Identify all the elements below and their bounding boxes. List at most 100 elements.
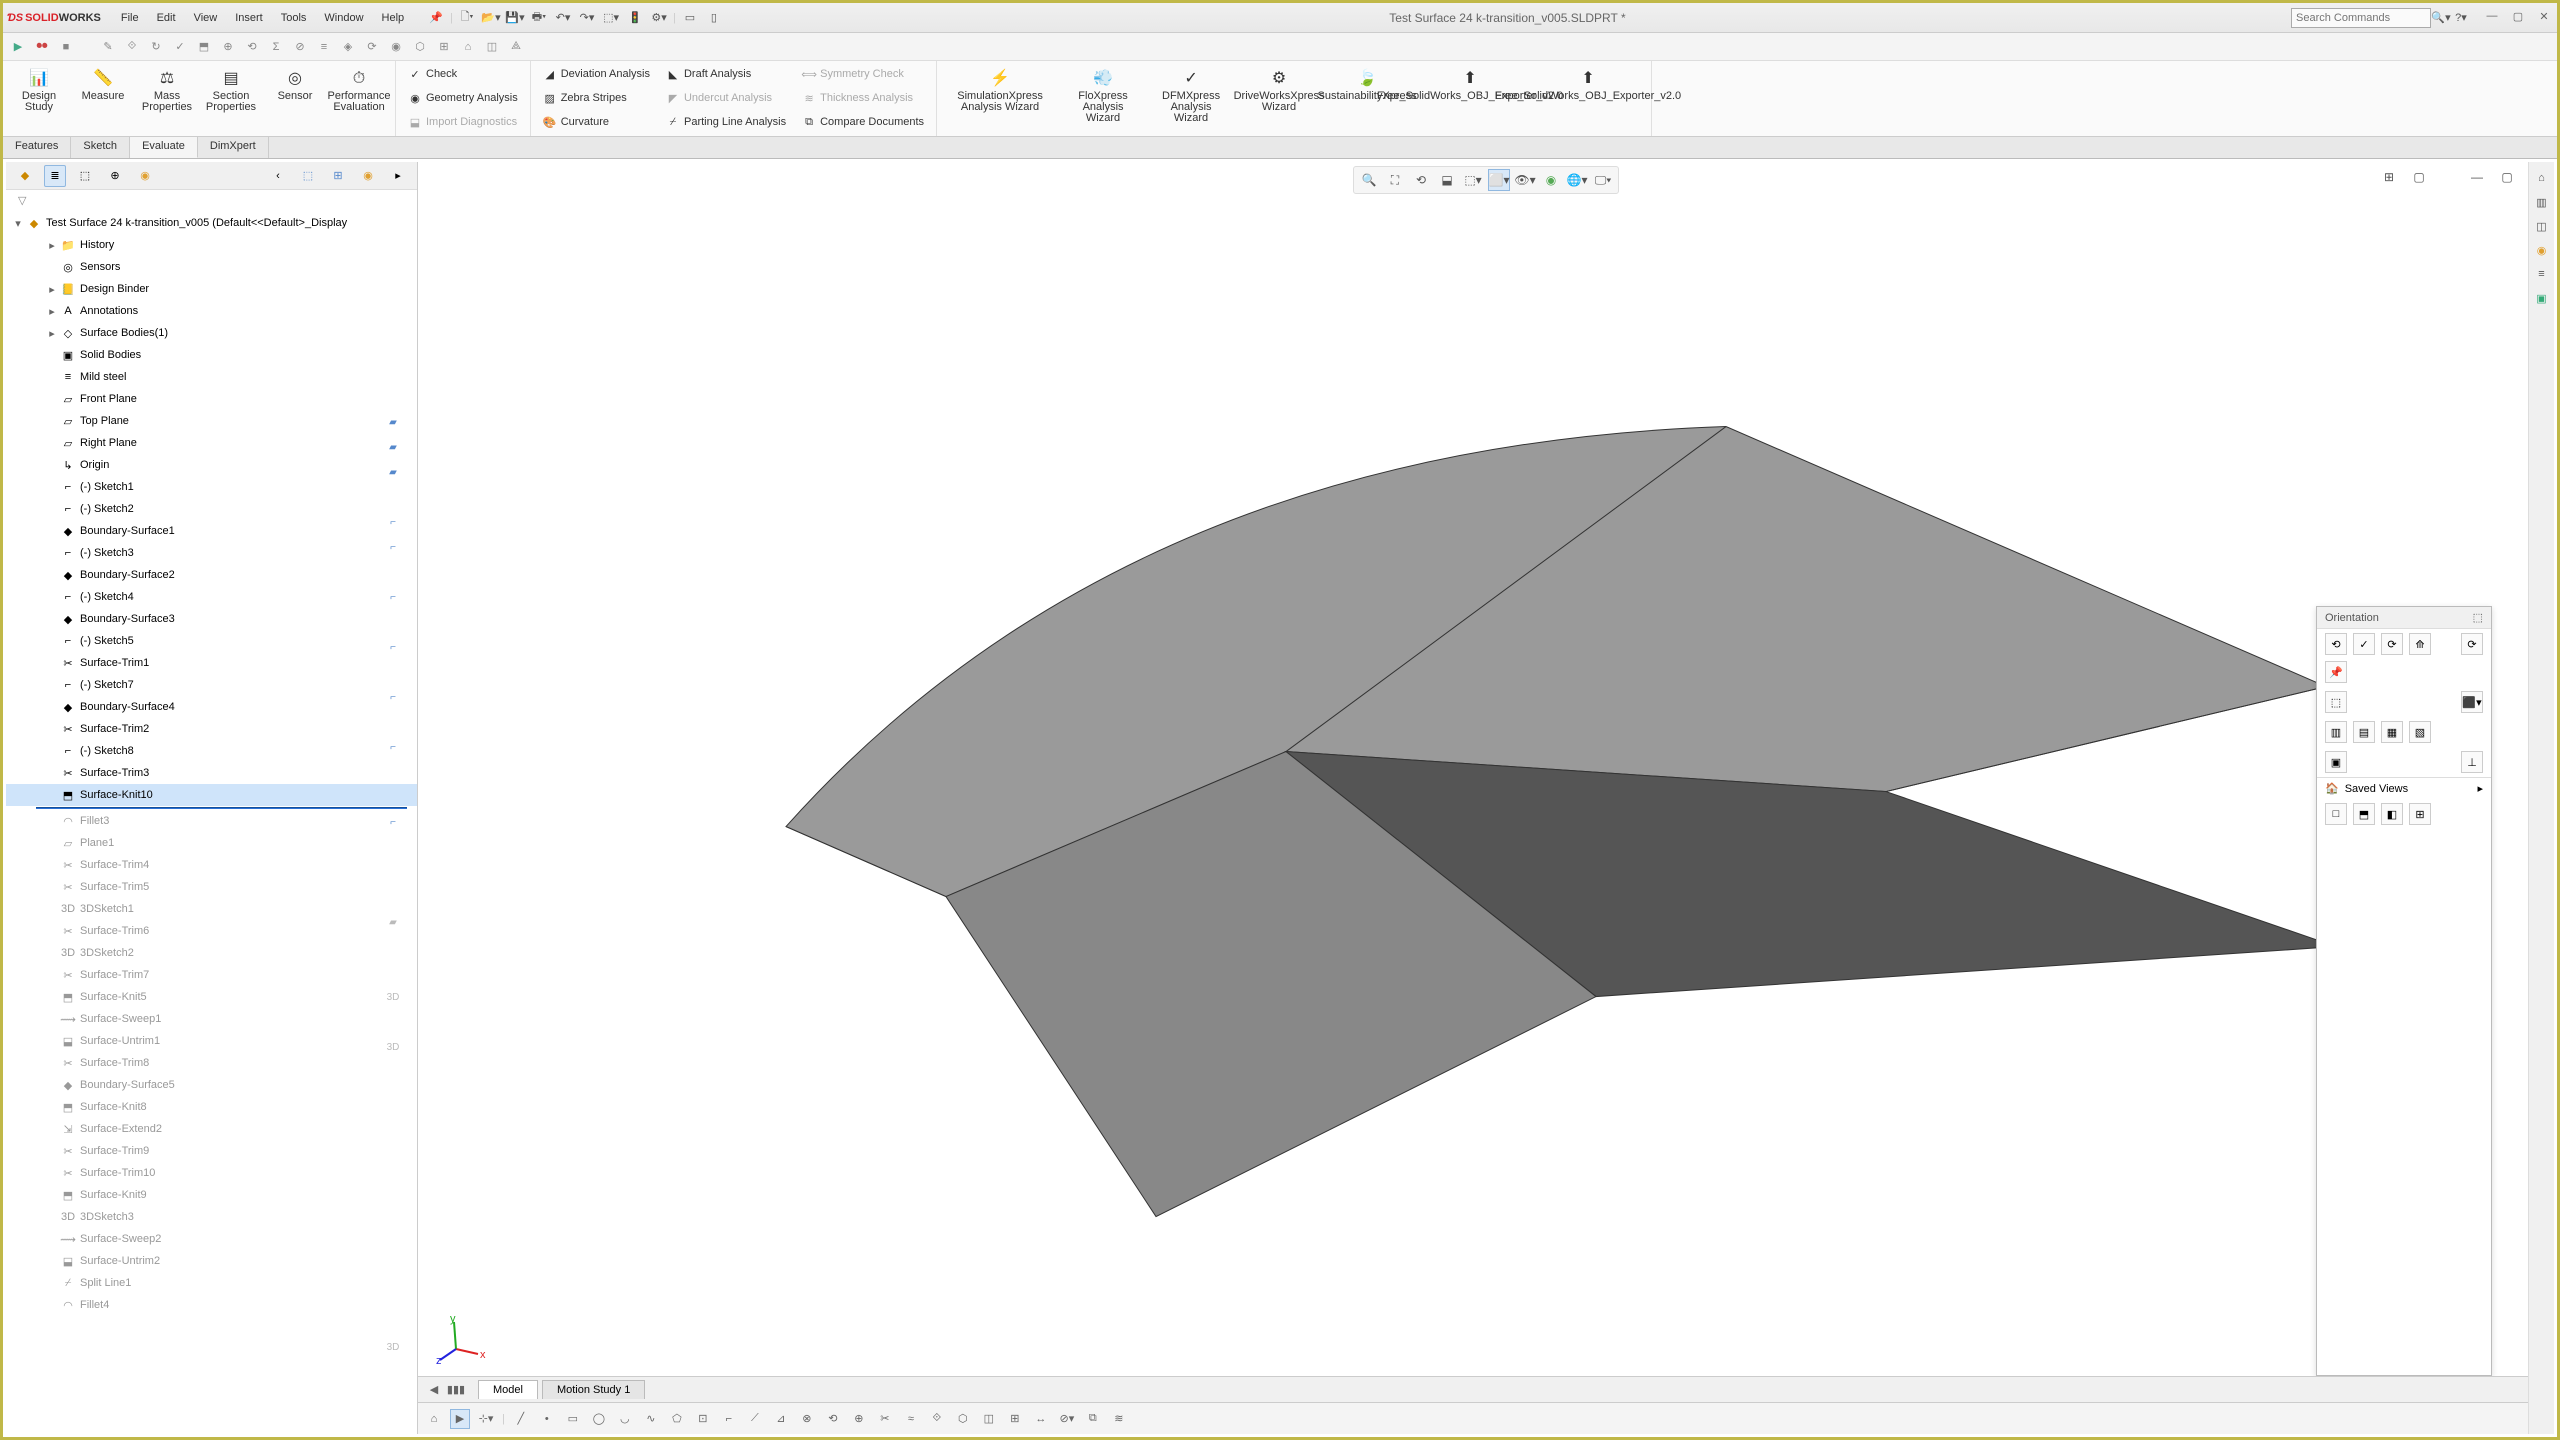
tree-item[interactable]: ✂Surface-Trim1 xyxy=(6,652,417,674)
sb-line-icon[interactable]: ╱ xyxy=(511,1409,531,1429)
tree-item[interactable]: ⌿Split Line1 xyxy=(6,1272,417,1294)
display-style-icon[interactable]: ⬜▾ xyxy=(1488,169,1510,191)
tree-item[interactable]: ✂Surface-Trim7 xyxy=(6,964,417,986)
menu-help[interactable]: Help xyxy=(374,10,413,26)
tree-item[interactable]: ⬓Surface-Untrim2 xyxy=(6,1250,417,1272)
sb-2-icon[interactable]: ▶ xyxy=(450,1409,470,1429)
tab-sketch[interactable]: Sketch xyxy=(71,137,130,158)
vp-2v-icon[interactable]: ◧ xyxy=(2381,803,2403,825)
rebuild-icon[interactable]: 🚦 xyxy=(625,8,645,28)
sb-poly-icon[interactable]: ⬠ xyxy=(667,1409,687,1429)
ribbon-measure[interactable]: 📏Measure xyxy=(75,63,131,106)
vp-2h-icon[interactable]: ⬒ xyxy=(2353,803,2375,825)
tree-item[interactable]: ✂Surface-Trim6 xyxy=(6,920,417,942)
ribbon-mass-properties[interactable]: ⚖Mass Properties xyxy=(139,63,195,117)
expand-icon[interactable]: ▸ xyxy=(46,305,58,318)
sb-16-icon[interactable]: ⬡ xyxy=(953,1409,973,1429)
tree-item[interactable]: ◠Fillet4 xyxy=(6,1294,417,1316)
tool12-icon[interactable]: ⟳ xyxy=(363,38,381,56)
ribbon-simulationxpress-analysis-wizard[interactable]: ⚡SimulationXpress Analysis Wizard xyxy=(945,63,1055,117)
sb-21-icon[interactable]: ⧉ xyxy=(1083,1409,1103,1429)
sb-10-icon[interactable]: ⊗ xyxy=(797,1409,817,1429)
tool17-icon[interactable]: ◫ xyxy=(483,38,501,56)
tree-root[interactable]: ▾ ◆ Test Surface 24 k-transition_v005 (D… xyxy=(6,212,417,234)
tree-item[interactable]: ▸AAnnotations xyxy=(6,300,417,322)
undo-icon[interactable]: ↶▾ xyxy=(553,8,573,28)
tree-item[interactable]: ▱Top Plane xyxy=(6,410,417,432)
pin-icon[interactable]: 📌 xyxy=(426,8,446,28)
view-cube-icon[interactable]: ⬛▾ xyxy=(2461,691,2483,713)
orientation-pin-icon[interactable]: ⬚ xyxy=(2473,611,2483,624)
ribbon-compare-documents[interactable]: ⧉Compare Documents xyxy=(798,111,928,133)
tree-item[interactable]: ↳Origin xyxy=(6,454,417,476)
tree-visibility-icon[interactable]: ▰ xyxy=(389,442,397,453)
menu-view[interactable]: View xyxy=(186,10,226,26)
rail-view-icon[interactable]: ◫ xyxy=(2532,216,2552,236)
tree-item[interactable]: ✂Surface-Trim8 xyxy=(6,1052,417,1074)
tree-visibility-icon[interactable]: ⌐ xyxy=(390,692,396,703)
redo-icon[interactable]: ↷▾ xyxy=(577,8,597,28)
tree-item[interactable]: ◆Boundary-Surface5 xyxy=(6,1074,417,1096)
sb-17-icon[interactable]: ◫ xyxy=(979,1409,999,1429)
ribbon-check[interactable]: ✓Check xyxy=(404,63,522,85)
stop-icon[interactable]: ■ xyxy=(57,38,75,56)
section-view-icon[interactable]: ⬓ xyxy=(1436,169,1458,191)
appearance-icon[interactable]: ◉ xyxy=(1540,169,1562,191)
save-icon[interactable]: 💾▾ xyxy=(505,8,525,28)
search-commands-input[interactable] xyxy=(2291,8,2431,28)
tree-item[interactable]: ◎Sensors xyxy=(6,256,417,278)
hide-show-icon[interactable]: 👁▾ xyxy=(1514,169,1536,191)
fm-config-icon[interactable]: ⊕ xyxy=(104,165,126,187)
tool4-icon[interactable]: ✓ xyxy=(171,38,189,56)
fm-box2-icon[interactable]: ⊞ xyxy=(327,165,349,187)
tree-item[interactable]: ▸📒Design Binder xyxy=(6,278,417,300)
bottom-tab-model[interactable]: Model xyxy=(478,1380,538,1399)
tree-item[interactable]: ✂Surface-Trim3 xyxy=(6,762,417,784)
orient-btn-2[interactable]: ✓ xyxy=(2353,633,2375,655)
bt-strip-icon[interactable]: ▮▮▮ xyxy=(446,1380,466,1400)
view-back-icon[interactable]: ▤ xyxy=(2353,721,2375,743)
ribbon-design-study[interactable]: 📊Design Study xyxy=(11,63,67,117)
sb-circ-icon[interactable]: ◯ xyxy=(589,1409,609,1429)
tool16-icon[interactable]: ⌂ xyxy=(459,38,477,56)
tree-visibility-icon[interactable]: ⌐ xyxy=(390,817,396,828)
view-front-icon[interactable]: ▥ xyxy=(2325,721,2347,743)
tree-item[interactable]: ◆Boundary-Surface2 xyxy=(6,564,417,586)
vp-max-icon[interactable]: ▢ xyxy=(2496,166,2518,188)
ribbon-draft-analysis[interactable]: ◣Draft Analysis xyxy=(662,63,790,85)
tree-item[interactable]: ✂Surface-Trim10 xyxy=(6,1162,417,1184)
expand-icon[interactable]: ▾ xyxy=(12,217,24,230)
sb-1-icon[interactable]: ⌂ xyxy=(424,1409,444,1429)
search-icon[interactable]: 🔍▾ xyxy=(2431,8,2451,28)
fm-display-icon[interactable]: ◉ xyxy=(134,165,156,187)
tree-visibility-icon[interactable]: ⌐ xyxy=(390,642,396,653)
tree-item[interactable]: ⬒Surface-Knit10 xyxy=(6,784,417,806)
tree-visibility-icon[interactable]: 3D xyxy=(387,1042,400,1053)
orient-btn-4[interactable]: ⟰ xyxy=(2409,633,2431,655)
tool7-icon[interactable]: ⟲ xyxy=(243,38,261,56)
fm-tree-icon[interactable]: ≣ xyxy=(44,165,66,187)
ribbon-zebra-stripes[interactable]: ▨Zebra Stripes xyxy=(539,87,654,109)
tree-item[interactable]: ≡Mild steel xyxy=(6,366,417,388)
sb-20-icon[interactable]: ⊘▾ xyxy=(1057,1409,1077,1429)
view-orient-icon[interactable]: ⬚▾ xyxy=(1462,169,1484,191)
tree-item[interactable]: ⬒Surface-Knit8 xyxy=(6,1096,417,1118)
print-icon[interactable]: 🖶▾ xyxy=(529,8,549,28)
rect2-icon[interactable]: ▯ xyxy=(704,8,724,28)
tree-item[interactable]: ✂Surface-Trim5 xyxy=(6,876,417,898)
tree-item[interactable]: ▱Front Plane xyxy=(6,388,417,410)
tree-visibility-icon[interactable]: ▰ xyxy=(389,917,397,928)
tree-item[interactable]: ⬒Surface-Knit9 xyxy=(6,1184,417,1206)
prev-view-icon[interactable]: ⟲ xyxy=(1410,169,1432,191)
sb-22-icon[interactable]: ≋ xyxy=(1109,1409,1129,1429)
zoom-area-icon[interactable]: ⛶ xyxy=(1384,169,1406,191)
view-right-icon[interactable]: ▧ xyxy=(2409,721,2431,743)
ribbon-dfmxpress-analysis-wizard[interactable]: ✓DFMXpress Analysis Wizard xyxy=(1151,63,1231,128)
rail-forum-icon[interactable]: ▣ xyxy=(2532,288,2552,308)
tree-item[interactable]: ⌐(-) Sketch1 xyxy=(6,476,417,498)
fm-appear-icon[interactable]: ◉ xyxy=(357,165,379,187)
sb-14-icon[interactable]: ≈ xyxy=(901,1409,921,1429)
tree-item[interactable]: 3D3DSketch1 xyxy=(6,898,417,920)
fm-box1-icon[interactable]: ⬚ xyxy=(297,165,319,187)
tree-item[interactable]: ◆Boundary-Surface1 xyxy=(6,520,417,542)
